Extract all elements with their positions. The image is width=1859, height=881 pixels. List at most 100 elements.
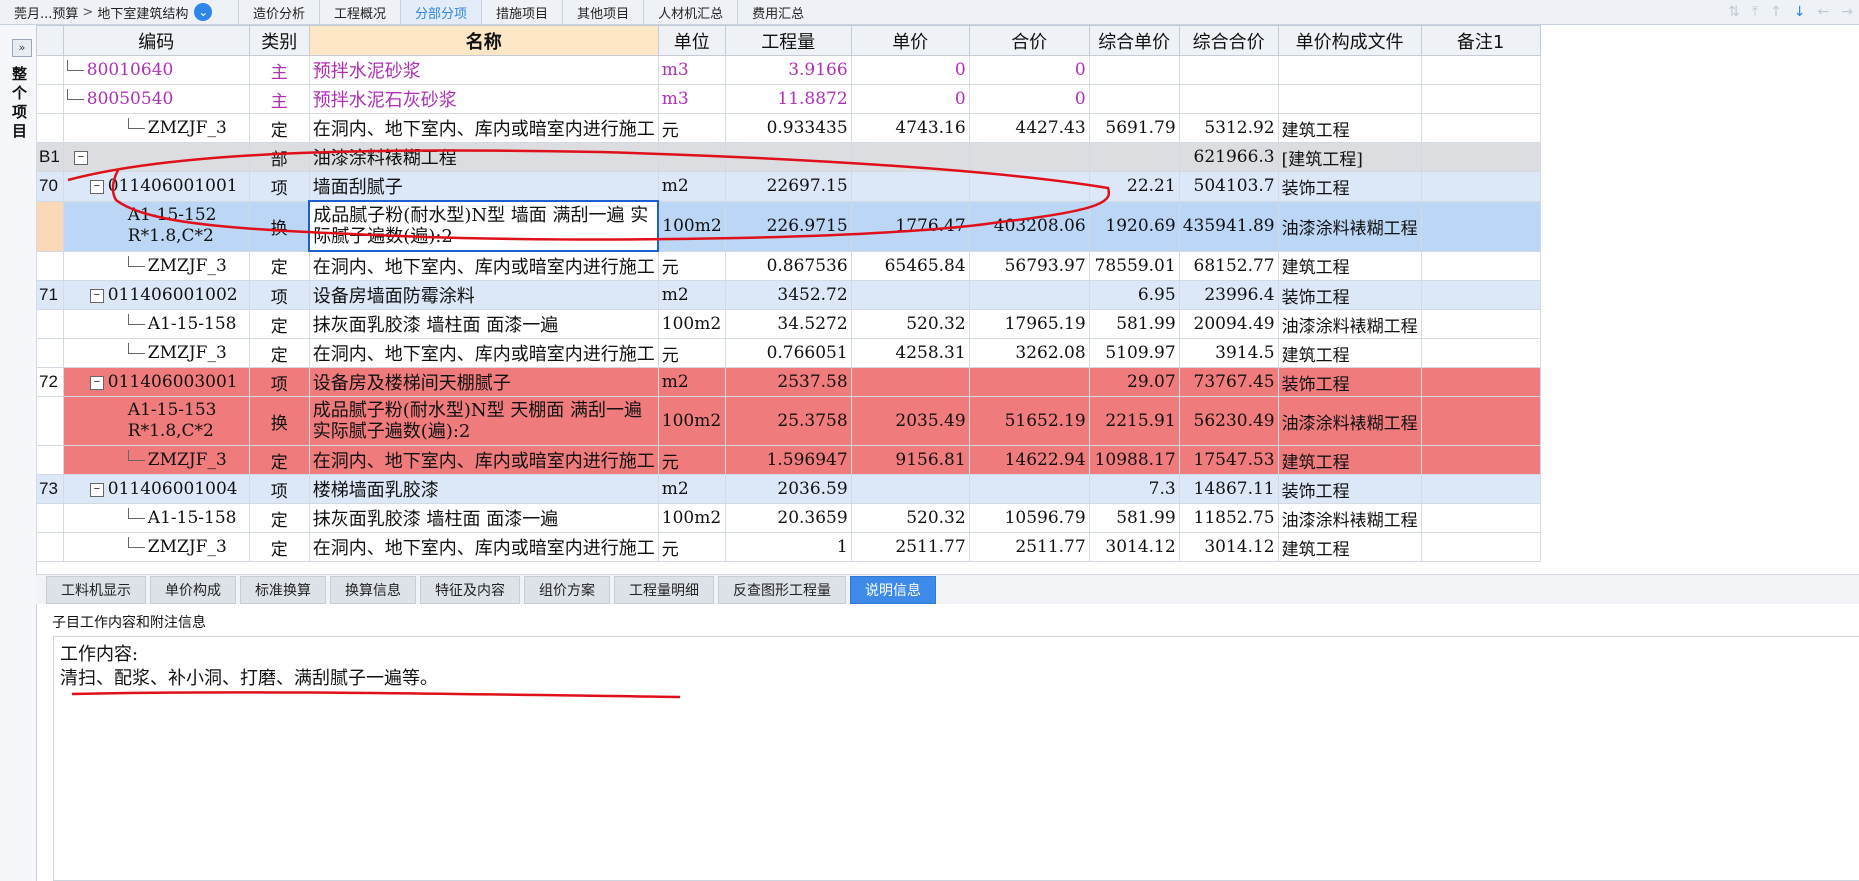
note-cell[interactable] <box>1420 532 1541 562</box>
total-price-cell[interactable] <box>968 367 1090 397</box>
price-file-cell[interactable]: 装饰工程 <box>1277 280 1422 310</box>
composite-unit-price-cell[interactable]: 581.99 <box>1088 503 1180 533</box>
name-cell[interactable]: 在洞内、地下室内、库内或暗室内进行施工 <box>308 113 659 143</box>
note-cell[interactable] <box>1420 367 1541 397</box>
unit-price-cell[interactable]: 2035.49 <box>850 396 970 446</box>
unit-price-cell[interactable] <box>850 367 970 397</box>
code-cell[interactable]: ZMZJF_3 <box>62 532 250 562</box>
composite-unit-price-cell[interactable]: 5691.79 <box>1088 113 1180 143</box>
type-cell[interactable]: 项 <box>248 367 310 397</box>
unit-cell[interactable]: 100m2 <box>657 396 726 446</box>
code-cell[interactable]: A1-15-158 <box>62 309 250 339</box>
composite-unit-price-cell[interactable]: 29.07 <box>1088 367 1180 397</box>
move-right-icon[interactable]: → <box>1841 4 1853 20</box>
code-cell[interactable]: −011406003001 <box>62 367 250 397</box>
unit-cell[interactable]: 100m2 <box>657 503 726 533</box>
unit-price-cell[interactable]: 4743.16 <box>850 113 970 143</box>
unit-price-cell[interactable] <box>850 280 970 310</box>
unit-cell[interactable]: m3 <box>657 55 726 85</box>
code-cell[interactable]: ZMZJF_3 <box>62 338 250 368</box>
price-file-cell[interactable]: 装饰工程 <box>1277 474 1422 504</box>
chevron-down-icon[interactable]: ⌄ <box>194 3 213 21</box>
name-cell[interactable]: 抹灰面乳胶漆 墙柱面 面漆一遍 <box>308 309 659 339</box>
quantity-cell[interactable]: 3452.72 <box>724 280 852 310</box>
table-row[interactable]: 70 −011406001001 项 墙面刮腻子 m2 22697.15 22.… <box>36 171 1541 202</box>
tab-features-content[interactable]: 特征及内容 <box>420 575 520 604</box>
composite-unit-price-cell[interactable] <box>1088 84 1180 114</box>
composite-unit-price-cell[interactable]: 78559.01 <box>1088 250 1180 281</box>
price-file-cell[interactable]: 装饰工程 <box>1277 171 1422 202</box>
collapse-icon[interactable]: − <box>89 179 104 194</box>
composite-unit-price-cell[interactable]: 2215.91 <box>1088 396 1180 446</box>
type-cell[interactable]: 换 <box>248 200 310 252</box>
table-row-highlighted[interactable]: A1-15-153 R*1.8,C*2 换 成品腻子粉(耐水型)N型 天棚面 满… <box>36 396 1541 446</box>
composite-total-cell[interactable]: 68152.77 <box>1178 250 1279 281</box>
unit-price-cell[interactable]: 520.32 <box>850 309 970 339</box>
code-cell[interactable]: − <box>62 142 250 172</box>
work-content-textarea[interactable]: 工作内容: 清扫、配浆、补小洞、打磨、满刮腻子一遍等。 <box>53 636 1859 881</box>
quantity-cell[interactable] <box>724 142 852 172</box>
type-cell[interactable]: 定 <box>248 113 310 143</box>
composite-unit-price-cell[interactable]: 5109.97 <box>1088 338 1180 368</box>
total-price-cell[interactable]: 2511.77 <box>968 532 1090 562</box>
header-unit-price[interactable]: 单价 <box>850 25 970 56</box>
code-cell[interactable]: −011406001002 <box>62 280 250 310</box>
table-row[interactable]: 71 −011406001002 项 设备房墙面防霉涂料 m2 3452.72 … <box>36 280 1541 310</box>
unit-cell[interactable]: m3 <box>657 84 726 114</box>
composite-total-cell[interactable]: 435941.89 <box>1178 200 1279 252</box>
type-cell[interactable]: 部 <box>248 142 310 172</box>
quantity-cell[interactable]: 0.867536 <box>724 250 852 281</box>
price-file-cell[interactable] <box>1277 55 1422 85</box>
collapse-icon[interactable]: − <box>73 150 88 165</box>
unit-cell[interactable]: 100m2 <box>657 309 726 339</box>
price-file-cell[interactable]: 油漆涂料裱糊工程 <box>1277 396 1422 446</box>
code-cell[interactable]: 80050540 <box>62 84 250 114</box>
composite-total-cell[interactable] <box>1178 84 1279 114</box>
quantity-cell[interactable]: 11.8872 <box>724 84 852 114</box>
total-price-cell[interactable] <box>968 280 1090 310</box>
note-cell[interactable] <box>1420 142 1541 172</box>
unit-price-cell[interactable] <box>850 474 970 504</box>
unit-cell[interactable]: 元 <box>657 445 726 475</box>
expand-icon[interactable]: » <box>12 39 32 57</box>
name-cell[interactable]: 抹灰面乳胶漆 墙柱面 面漆一遍 <box>308 503 659 533</box>
header-note[interactable]: 备注1 <box>1420 25 1541 56</box>
code-cell[interactable]: −011406001004 <box>62 474 250 504</box>
unit-cell[interactable]: 100m2 <box>657 200 726 252</box>
note-cell[interactable] <box>1420 84 1541 114</box>
name-cell[interactable]: 成品腻子粉(耐水型)N型 天棚面 满刮一遍 实际腻子遍数(遍):2 <box>308 396 659 446</box>
name-cell[interactable]: 在洞内、地下室内、库内或暗室内进行施工 <box>308 532 659 562</box>
name-cell[interactable]: 成品腻子粉(耐水型)N型 墙面 满刮一遍 实际腻子遍数(遍):2 <box>308 200 660 252</box>
unit-price-cell[interactable]: 9156.81 <box>850 445 970 475</box>
total-price-cell[interactable]: 0 <box>968 55 1090 85</box>
composite-unit-price-cell[interactable] <box>1088 55 1180 85</box>
note-cell[interactable] <box>1420 200 1541 252</box>
composite-unit-price-cell[interactable] <box>1088 142 1180 172</box>
note-cell[interactable] <box>1420 309 1541 339</box>
quantity-cell[interactable]: 1 <box>724 532 852 562</box>
code-cell[interactable]: A1-15-158 <box>62 503 250 533</box>
note-cell[interactable] <box>1420 250 1541 281</box>
tab-cost-analysis[interactable]: 造价分析 <box>238 0 319 24</box>
total-price-cell[interactable]: 14622.94 <box>968 445 1090 475</box>
total-price-cell[interactable]: 0 <box>968 84 1090 114</box>
tab-fee-summary[interactable]: 费用汇总 <box>737 0 818 24</box>
name-cell[interactable]: 在洞内、地下室内、库内或暗室内进行施工 <box>308 445 659 475</box>
type-cell[interactable]: 定 <box>248 338 310 368</box>
unit-cell[interactable]: m2 <box>657 280 726 310</box>
collapse-icon[interactable]: − <box>89 375 104 390</box>
tab-sub-items[interactable]: 分部分项 <box>400 0 482 24</box>
tab-unit-price-composition[interactable]: 单价构成 <box>150 575 236 604</box>
name-cell[interactable]: 油漆涂料裱糊工程 <box>308 142 659 172</box>
total-price-cell[interactable] <box>968 171 1090 202</box>
price-file-cell[interactable]: 建筑工程 <box>1277 250 1422 281</box>
price-file-cell[interactable]: 建筑工程 <box>1277 338 1422 368</box>
table-row[interactable]: 80050540 主 预拌水泥石灰砂浆 m3 11.8872 0 0 <box>36 84 1541 114</box>
composite-unit-price-cell[interactable]: 7.3 <box>1088 474 1180 504</box>
quantity-cell[interactable]: 3.9166 <box>724 55 852 85</box>
tab-quantity-detail[interactable]: 工程量明细 <box>614 575 714 604</box>
composite-unit-price-cell[interactable]: 22.21 <box>1088 171 1180 202</box>
composite-unit-price-cell[interactable]: 6.95 <box>1088 280 1180 310</box>
code-cell[interactable]: A1-15-152 R*1.8,C*2 <box>62 200 250 252</box>
price-file-cell[interactable] <box>1277 84 1422 114</box>
